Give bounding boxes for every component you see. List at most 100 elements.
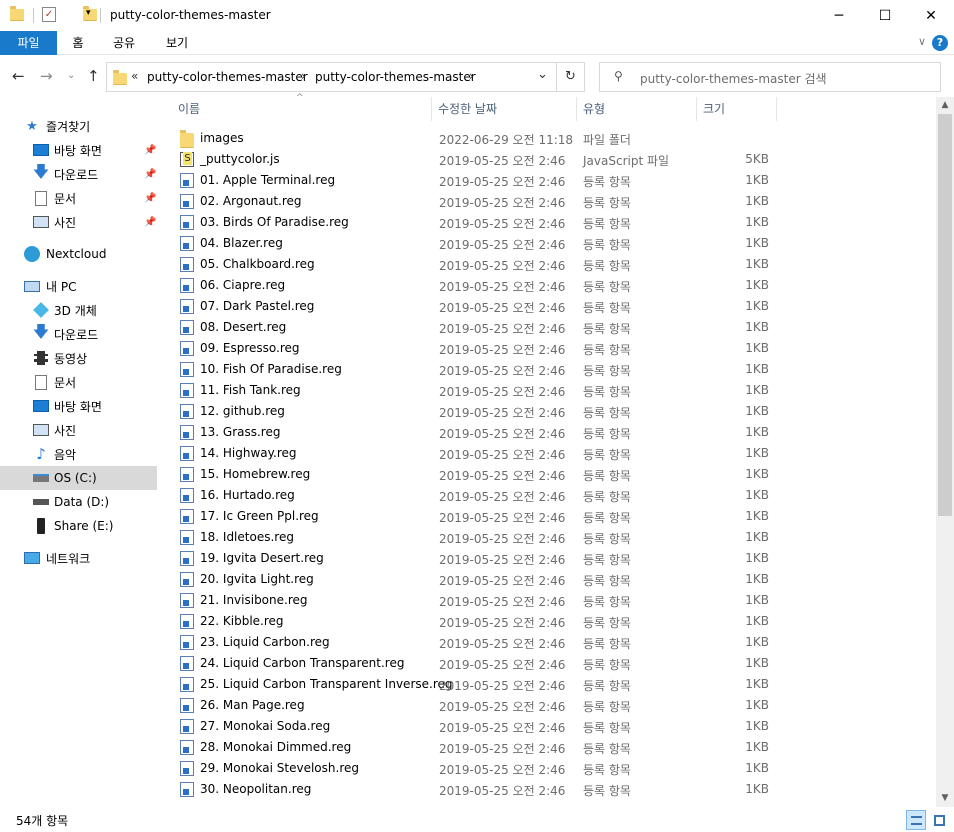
- file-row[interactable]: 29. Monokai Stevelosh.reg 2019-05-25 오전 2…: [174, 758, 936, 779]
- file-row[interactable]: 30. Neopolitan.reg 2019-05-25 오전 2:46 등록 항…: [174, 779, 936, 800]
- minimize-button[interactable]: ─: [816, 0, 862, 31]
- file-row[interactable]: 15. Homebrew.reg 2019-05-25 오전 2:46 등록 항목 1…: [174, 464, 936, 485]
- file-row[interactable]: images 2022-06-29 오전 11:18 파일 폴더: [174, 128, 936, 149]
- refresh-button[interactable]: ↻: [557, 62, 585, 92]
- file-row[interactable]: 03. Birds Of Paradise.reg 2019-05-25 오전 2…: [174, 212, 936, 233]
- column-header-size[interactable]: 크기: [697, 97, 777, 121]
- sidebar-item-desktop[interactable]: 바탕 화면 📌: [0, 138, 157, 162]
- customize-toolbar-icon[interactable]: ▾: [86, 8, 91, 18]
- file-row[interactable]: 06. Ciapre.reg 2019-05-25 오전 2:46 등록 항목 1KB: [174, 275, 936, 296]
- maximize-button[interactable]: ☐: [862, 0, 908, 31]
- file-row[interactable]: 09. Espresso.reg 2019-05-25 오전 2:46 등록 항목 1…: [174, 338, 936, 359]
- scroll-up-icon[interactable]: ▲: [936, 97, 954, 114]
- file-row[interactable]: _puttycolor.js 2019-05-25 오전 2:46 JavaScri…: [174, 149, 936, 170]
- address-bar[interactable]: « putty-color-themes-master › putty-colo…: [106, 62, 557, 92]
- breadcrumb-separator[interactable]: ›: [469, 69, 474, 83]
- file-row[interactable]: 13. Grass.reg 2019-05-25 오전 2:46 등록 항목 1KB: [174, 422, 936, 443]
- back-button[interactable]: ←: [12, 67, 25, 85]
- file-row[interactable]: 27. Monokai Soda.reg 2019-05-25 오전 2:46 등록…: [174, 716, 936, 737]
- breadcrumb-separator[interactable]: ›: [301, 69, 306, 83]
- tab-share[interactable]: 공유: [106, 31, 142, 55]
- overflow-chevron[interactable]: «: [131, 69, 138, 83]
- pin-icon[interactable]: 📌: [144, 193, 156, 204]
- sidebar-item-network[interactable]: 네트워크: [0, 546, 157, 570]
- address-dropdown-icon[interactable]: ⌄: [537, 67, 548, 82]
- file-row[interactable]: 21. Invisibone.reg 2019-05-25 오전 2:46 등록 항…: [174, 590, 936, 611]
- file-row[interactable]: 10. Fish Of Paradise.reg 2019-05-25 오전 2:…: [174, 359, 936, 380]
- file-row[interactable]: 14. Highway.reg 2019-05-25 오전 2:46 등록 항목 1K…: [174, 443, 936, 464]
- file-row[interactable]: 19. Igvita Desert.reg 2019-05-25 오전 2:46 등…: [174, 548, 936, 569]
- forward-button[interactable]: →: [40, 67, 53, 85]
- pin-icon[interactable]: 📌: [144, 217, 156, 228]
- file-row[interactable]: 20. Igvita Light.reg 2019-05-25 오전 2:46 등록…: [174, 569, 936, 590]
- download-icon: 🡇: [32, 321, 50, 341]
- file-row[interactable]: 28. Monokai Dimmed.reg 2019-05-25 오전 2:46…: [174, 737, 936, 758]
- file-size: 5KB: [745, 152, 769, 166]
- sidebar-item-documents[interactable]: 문서 📌: [0, 186, 157, 210]
- file-name: 14. Highway.reg: [200, 446, 297, 460]
- breadcrumb-segment[interactable]: putty-color-themes-master: [147, 70, 308, 84]
- pin-icon[interactable]: 📌: [144, 145, 156, 156]
- file-size: 1KB: [745, 467, 769, 481]
- tab-view[interactable]: 보기: [160, 31, 194, 55]
- breadcrumb-segment[interactable]: putty-color-themes-master: [315, 70, 476, 84]
- sidebar-item-quick-access[interactable]: ★ 즐겨찾기: [0, 114, 157, 138]
- file-row[interactable]: 22. Kibble.reg 2019-05-25 오전 2:46 등록 항목 1KB: [174, 611, 936, 632]
- file-row[interactable]: 11. Fish Tank.reg 2019-05-25 오전 2:46 등록 항목…: [174, 380, 936, 401]
- file-row[interactable]: 18. Idletoes.reg 2019-05-25 오전 2:46 등록 항목 1…: [174, 527, 936, 548]
- sidebar-item-videos[interactable]: 동영상: [0, 346, 157, 370]
- sidebar-item-drive-d[interactable]: Data (D:): [0, 490, 157, 514]
- file-size: 1KB: [745, 215, 769, 229]
- registry-file-icon: [180, 509, 194, 524]
- registry-file-icon: [180, 698, 194, 713]
- file-name: 07. Dark Pastel.reg: [200, 299, 315, 313]
- properties-icon[interactable]: ✓: [42, 7, 56, 22]
- file-row[interactable]: 23. Liquid Carbon.reg 2019-05-25 오전 2:46 등…: [174, 632, 936, 653]
- scroll-down-icon[interactable]: ▼: [936, 790, 954, 807]
- file-row[interactable]: 25. Liquid Carbon Transparent Inverse.re…: [174, 674, 936, 695]
- file-row[interactable]: 24. Liquid Carbon Transparent.reg 2019-05…: [174, 653, 936, 674]
- scrollbar-thumb[interactable]: [938, 114, 952, 516]
- vertical-scrollbar[interactable]: ▲ ▼: [936, 97, 954, 807]
- help-icon[interactable]: ?: [932, 35, 948, 51]
- large-icons-view-button[interactable]: [929, 810, 949, 830]
- sidebar-item-desktop-pc[interactable]: 바탕 화면: [0, 394, 157, 418]
- file-row[interactable]: 04. Blazer.reg 2019-05-25 오전 2:46 등록 항목 1KB: [174, 233, 936, 254]
- sidebar-item-pictures[interactable]: 사진 📌: [0, 210, 157, 234]
- sidebar-item-music[interactable]: ♪ 음악: [0, 442, 157, 466]
- sidebar-item-drive-c[interactable]: OS (C:): [0, 466, 157, 490]
- search-box[interactable]: ⚲ putty-color-themes-master 검색: [599, 62, 941, 92]
- sidebar-item-documents-pc[interactable]: 문서: [0, 370, 157, 394]
- sidebar-item-nextcloud[interactable]: Nextcloud: [0, 242, 157, 266]
- pin-icon[interactable]: 📌: [144, 169, 156, 180]
- file-row[interactable]: 17. Ic Green Ppl.reg 2019-05-25 오전 2:46 등록…: [174, 506, 936, 527]
- recent-locations-button[interactable]: ⌄: [67, 70, 75, 81]
- tab-file[interactable]: 파일: [0, 31, 57, 55]
- sidebar-item-drive-e[interactable]: Share (E:): [0, 514, 157, 538]
- file-row[interactable]: 08. Desert.reg 2019-05-25 오전 2:46 등록 항목 1KB: [174, 317, 936, 338]
- file-row[interactable]: 01. Apple Terminal.reg 2019-05-25 오전 2:46…: [174, 170, 936, 191]
- tab-home[interactable]: 홈: [63, 31, 93, 55]
- file-row[interactable]: 07. Dark Pastel.reg 2019-05-25 오전 2:46 등록 …: [174, 296, 936, 317]
- search-input[interactable]: putty-color-themes-master 검색: [640, 70, 827, 87]
- expand-ribbon-icon[interactable]: ∨: [918, 35, 926, 48]
- close-button[interactable]: ✕: [908, 0, 954, 31]
- sidebar-item-label: 사진: [54, 423, 77, 438]
- sidebar-item-downloads[interactable]: 🡇 다운로드 📌: [0, 162, 157, 186]
- sidebar-item-pictures-pc[interactable]: 사진: [0, 418, 157, 442]
- file-row[interactable]: 02. Argonaut.reg 2019-05-25 오전 2:46 등록 항목 1…: [174, 191, 936, 212]
- file-type: 등록 항목: [583, 364, 631, 378]
- file-row[interactable]: 16. Hurtado.reg 2019-05-25 오전 2:46 등록 항목 1K…: [174, 485, 936, 506]
- column-header-type[interactable]: 유형: [577, 97, 697, 121]
- file-row[interactable]: 12. github.reg 2019-05-25 오전 2:46 등록 항목 1KB: [174, 401, 936, 422]
- file-row[interactable]: 26. Man Page.reg 2019-05-25 오전 2:46 등록 항목 1…: [174, 695, 936, 716]
- sidebar-item-3d-objects[interactable]: 3D 개체: [0, 298, 157, 322]
- sidebar-item-this-pc[interactable]: 내 PC: [0, 274, 157, 298]
- column-header-name[interactable]: 이름: [172, 97, 432, 121]
- file-type: JavaScript 파일: [583, 154, 670, 168]
- details-view-button[interactable]: [906, 810, 926, 830]
- file-row[interactable]: 05. Chalkboard.reg 2019-05-25 오전 2:46 등록 항…: [174, 254, 936, 275]
- up-button[interactable]: ↑: [87, 67, 100, 85]
- sidebar-item-downloads-pc[interactable]: 🡇 다운로드: [0, 322, 157, 346]
- column-header-date[interactable]: 수정한 날짜: [432, 97, 577, 121]
